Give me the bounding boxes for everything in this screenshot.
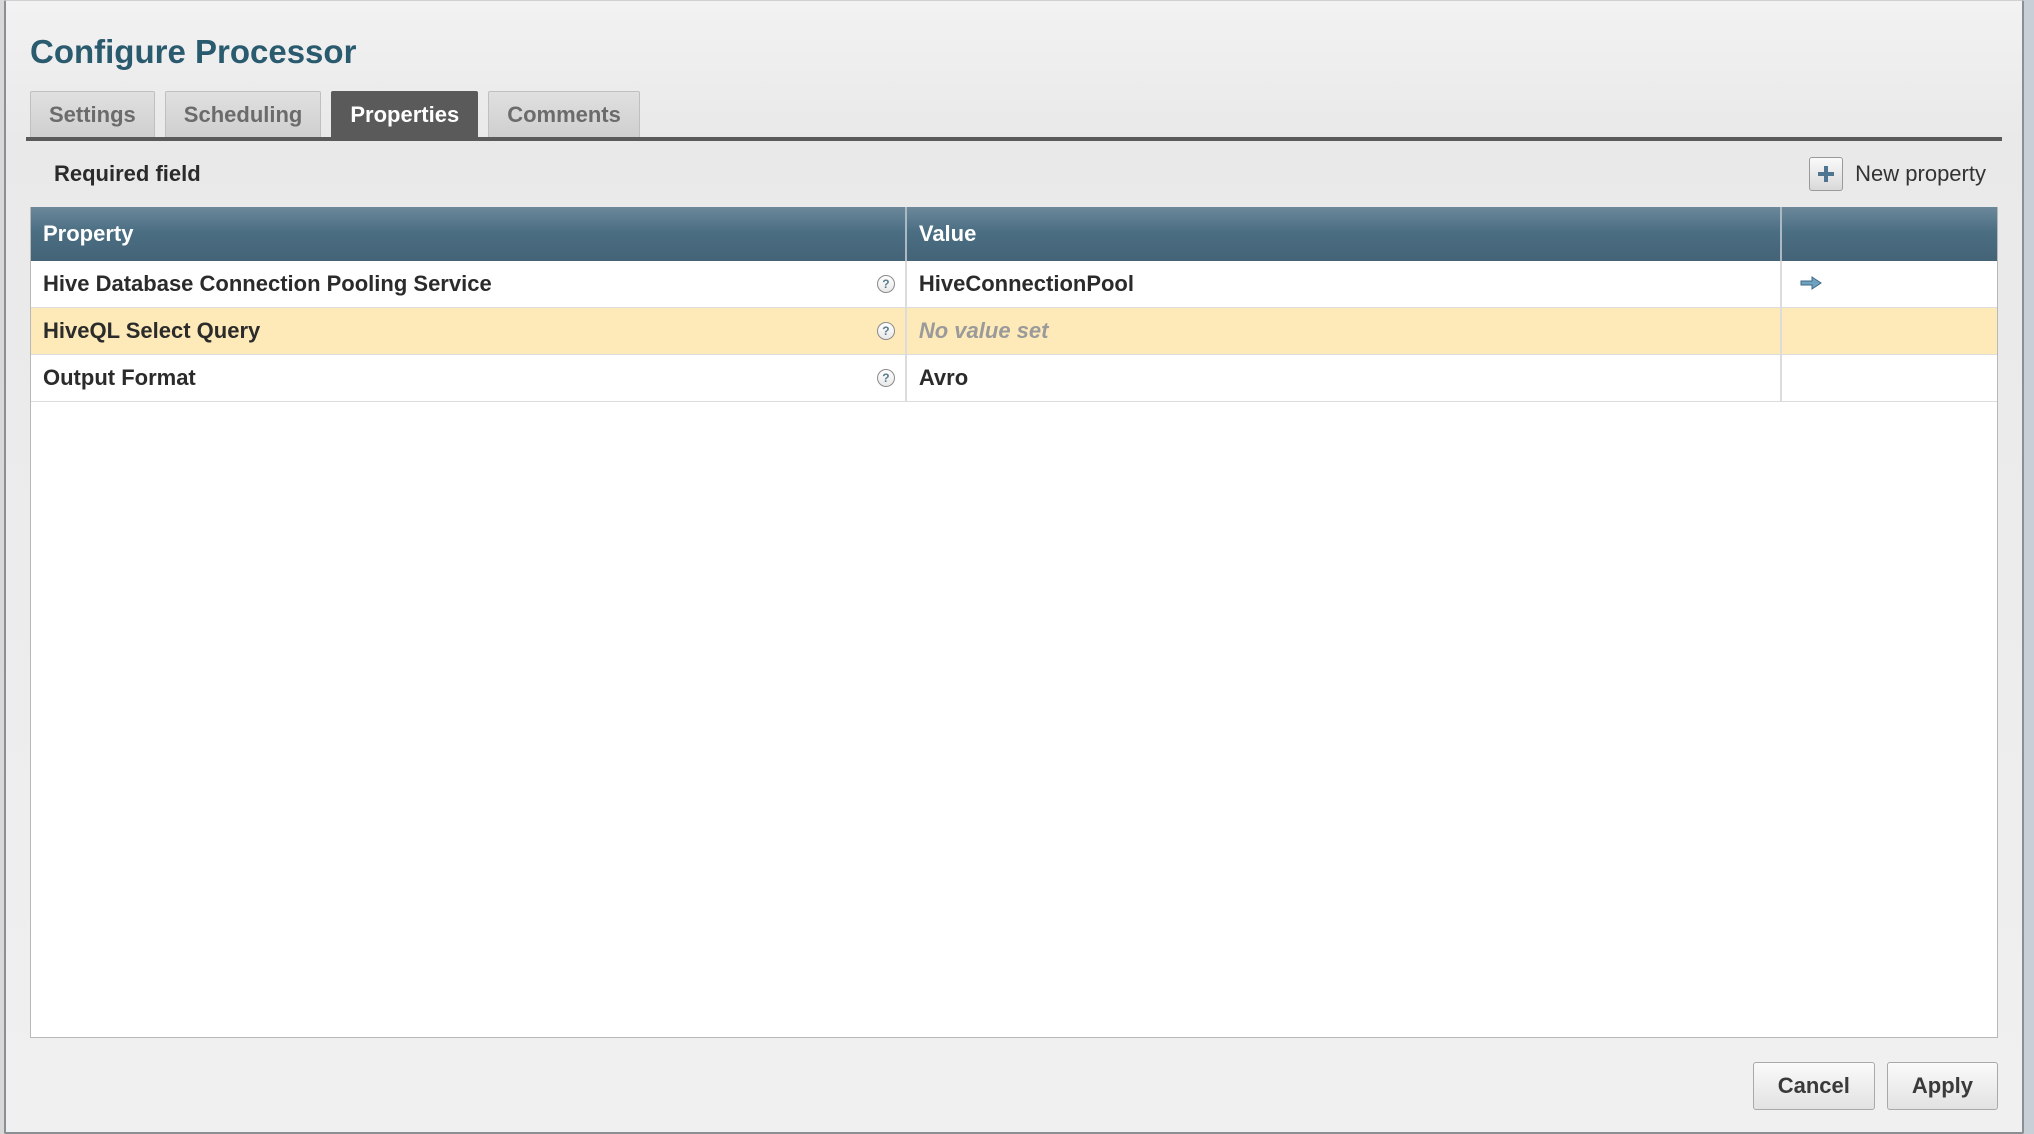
new-property-label: New property (1855, 161, 1986, 187)
table-row[interactable]: HiveQL Select Query ? No value set (31, 308, 1997, 355)
property-value: Avro (919, 365, 968, 390)
required-field-label: Required field (54, 161, 201, 187)
configure-processor-dialog: Configure Processor Settings Scheduling … (4, 0, 2024, 1134)
property-name-cell: Output Format ? (31, 355, 906, 402)
property-name: Hive Database Connection Pooling Service (43, 271, 492, 296)
property-value: HiveConnectionPool (919, 271, 1134, 296)
tab-properties[interactable]: Properties (331, 91, 478, 137)
help-icon[interactable]: ? (877, 275, 895, 293)
property-name: HiveQL Select Query (43, 318, 260, 343)
table-row[interactable]: Hive Database Connection Pooling Service… (31, 261, 1997, 308)
properties-table-wrap: Property Value Hive Database Connection … (30, 207, 1998, 1038)
tabs-row: Settings Scheduling Properties Comments (26, 91, 2002, 141)
apply-button[interactable]: Apply (1887, 1062, 1998, 1110)
subheader-row: Required field New property (26, 141, 2002, 207)
dialog-footer: Cancel Apply (26, 1038, 2002, 1116)
property-name-cell: HiveQL Select Query ? (31, 308, 906, 355)
property-value-cell[interactable]: No value set (906, 308, 1781, 355)
header-actions (1781, 207, 1997, 261)
property-value-cell[interactable]: Avro (906, 355, 1781, 402)
property-name-cell: Hive Database Connection Pooling Service… (31, 261, 906, 308)
background-peek (2024, 0, 2034, 1134)
property-action-cell (1781, 261, 1997, 308)
dialog-title: Configure Processor (30, 33, 2002, 71)
property-name: Output Format (43, 365, 196, 390)
plus-icon (1809, 157, 1843, 191)
property-value: No value set (919, 318, 1049, 343)
properties-panel: Required field New property Prope (26, 141, 2002, 1038)
tab-scheduling[interactable]: Scheduling (165, 91, 322, 137)
property-action-cell (1781, 355, 1997, 402)
tab-settings[interactable]: Settings (30, 91, 155, 137)
header-value: Value (906, 207, 1781, 261)
properties-table: Property Value Hive Database Connection … (31, 207, 1997, 402)
tab-comments[interactable]: Comments (488, 91, 640, 137)
property-value-cell[interactable]: HiveConnectionPool (906, 261, 1781, 308)
new-property-button[interactable]: New property (1809, 157, 1986, 191)
help-icon[interactable]: ? (877, 369, 895, 387)
help-icon[interactable]: ? (877, 322, 895, 340)
table-row[interactable]: Output Format ? Avro (31, 355, 1997, 402)
header-property: Property (31, 207, 906, 261)
property-action-cell (1781, 308, 1997, 355)
arrow-right-icon[interactable] (1800, 271, 1822, 287)
table-header-row: Property Value (31, 207, 1997, 261)
cancel-button[interactable]: Cancel (1753, 1062, 1875, 1110)
